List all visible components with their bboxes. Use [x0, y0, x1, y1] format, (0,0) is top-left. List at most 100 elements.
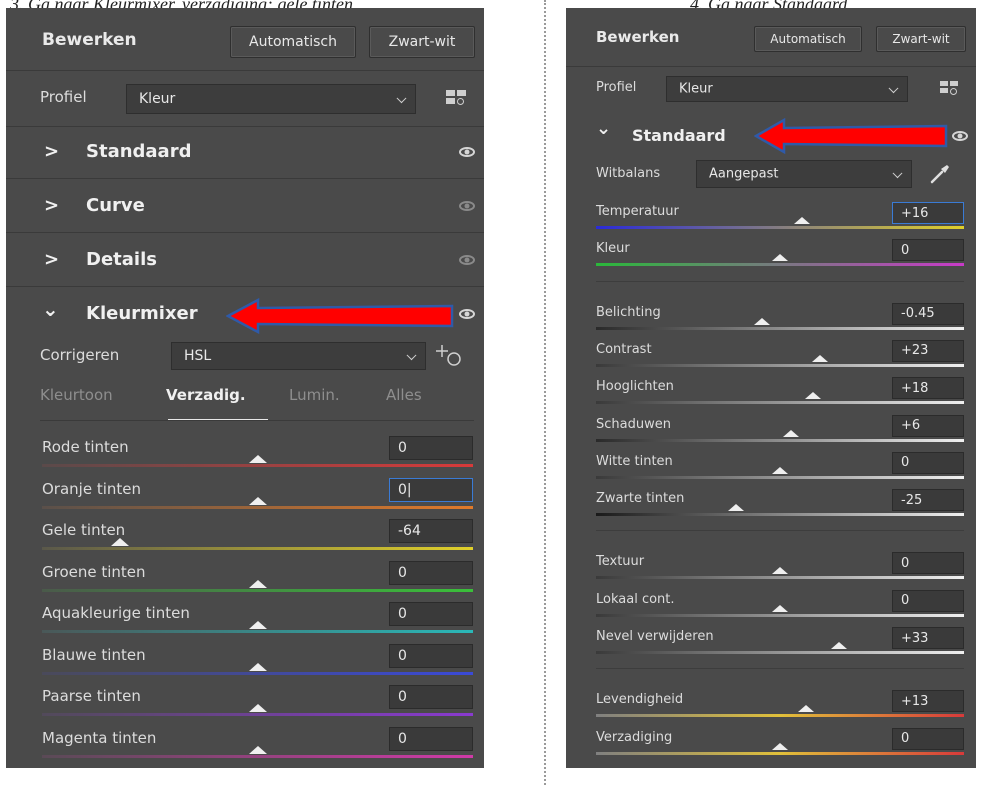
- slider-thumb[interactable]: [772, 466, 788, 474]
- slider-value-input[interactable]: +23: [892, 339, 964, 362]
- section-title: Details: [86, 249, 157, 270]
- slider-track[interactable]: [596, 263, 964, 267]
- slider-value-input[interactable]: 0: [389, 602, 473, 626]
- profile-browser-icon[interactable]: [446, 90, 468, 106]
- slider-track[interactable]: [596, 576, 964, 580]
- left-auto-button[interactable]: Automatisch: [230, 26, 356, 58]
- slider-value-input[interactable]: -0.45: [892, 302, 964, 325]
- slider-value-input[interactable]: 0: [389, 643, 473, 668]
- slider-value-input[interactable]: 0: [389, 685, 473, 709]
- tab-alles[interactable]: Alles: [386, 386, 422, 404]
- right-auto-button[interactable]: Automatisch: [754, 26, 862, 52]
- slider-value-input[interactable]: +33: [892, 627, 964, 649]
- right-bw-button[interactable]: Zwart-wit: [876, 26, 966, 52]
- slider-row: Belichting -0.45: [566, 297, 976, 334]
- slider-label: Gele tinten: [42, 521, 126, 539]
- slider-thumb[interactable]: [248, 745, 267, 754]
- slider-track[interactable]: [596, 363, 964, 367]
- slider-thumb[interactable]: [772, 254, 788, 262]
- slider-thumb[interactable]: [248, 662, 267, 671]
- slider-value-input[interactable]: +18: [892, 377, 964, 400]
- slider-track[interactable]: [596, 751, 964, 755]
- slider-thumb[interactable]: [727, 504, 744, 512]
- slider-thumb[interactable]: [248, 579, 267, 588]
- slider-value-input[interactable]: +13: [892, 690, 964, 713]
- slider-value-input[interactable]: 0: [389, 560, 473, 585]
- slider-value-input[interactable]: -64: [389, 519, 473, 543]
- slider-label: Schaduwen: [596, 416, 671, 432]
- slider-track[interactable]: [596, 401, 964, 405]
- slider-track[interactable]: [42, 630, 473, 633]
- tab-lumin[interactable]: Lumin.: [289, 386, 340, 404]
- slider-label: Belichting: [596, 304, 661, 320]
- slider-value-input[interactable]: 0: [389, 726, 473, 751]
- slider-track[interactable]: [596, 226, 964, 229]
- slider-track[interactable]: [42, 713, 473, 716]
- slider-thumb[interactable]: [248, 455, 267, 463]
- eye-icon[interactable]: [459, 201, 475, 211]
- slider-row: Schaduwen +6: [566, 409, 976, 446]
- slider-track[interactable]: [42, 754, 473, 758]
- section-standaard[interactable]: > Standaard: [6, 126, 484, 179]
- section-curve[interactable]: > Curve: [6, 178, 484, 233]
- eye-icon[interactable]: [459, 309, 475, 319]
- slider-thumb[interactable]: [248, 621, 267, 629]
- group-separator: [596, 530, 964, 532]
- slider-thumb[interactable]: [805, 392, 822, 400]
- panel-divider: [544, 0, 546, 785]
- slider-thumb[interactable]: [830, 642, 847, 649]
- slider-value-input[interactable]: +6: [892, 414, 964, 437]
- slider-track[interactable]: [596, 513, 964, 517]
- slider-thumb[interactable]: [248, 704, 267, 712]
- slider-thumb[interactable]: [797, 705, 814, 713]
- slider-track[interactable]: [596, 651, 964, 654]
- slider-track[interactable]: [596, 613, 964, 617]
- slider-track[interactable]: [596, 714, 964, 718]
- slider-thumb[interactable]: [110, 538, 129, 546]
- slider-track[interactable]: [42, 588, 473, 592]
- profile-browser-icon[interactable]: [940, 81, 962, 97]
- slider-thumb[interactable]: [772, 604, 788, 612]
- slider-track[interactable]: [42, 547, 473, 550]
- eye-icon[interactable]: [459, 255, 475, 265]
- slider-thumb[interactable]: [783, 429, 800, 437]
- left-profile-value: Kleur: [139, 91, 176, 107]
- slider-row: Lokaal cont. 0: [566, 584, 976, 621]
- tab-verzadig[interactable]: Verzadig.: [166, 386, 246, 404]
- slider-value-input[interactable]: 0: [892, 239, 964, 262]
- slider-thumb[interactable]: [248, 496, 267, 505]
- slider-track[interactable]: [596, 438, 964, 442]
- eye-icon[interactable]: [459, 147, 475, 157]
- slider-thumb[interactable]: [753, 317, 770, 325]
- slider-value-input[interactable]: 0: [892, 727, 964, 750]
- section-title: Standaard: [632, 126, 726, 145]
- slider-track[interactable]: [596, 326, 964, 330]
- slider-value-input[interactable]: 0|: [389, 477, 473, 502]
- eyedropper-icon[interactable]: [928, 162, 952, 186]
- tab-kleurtoon[interactable]: Kleurtoon: [40, 386, 113, 404]
- section-details[interactable]: > Details: [6, 232, 484, 287]
- slider-thumb[interactable]: [772, 742, 788, 750]
- eye-icon[interactable]: [952, 131, 968, 141]
- slider-track[interactable]: [42, 464, 473, 467]
- left-profile-select[interactable]: Kleur: [126, 84, 416, 114]
- slider-thumb[interactable]: [794, 217, 811, 224]
- slider-track[interactable]: [42, 671, 473, 675]
- slider-value-input[interactable]: 0: [892, 552, 964, 575]
- right-profile-select[interactable]: Kleur: [666, 76, 908, 102]
- slider-value-input[interactable]: 0: [389, 436, 473, 460]
- slider-value-input[interactable]: +16: [892, 202, 964, 224]
- slider-value-input[interactable]: 0: [892, 589, 964, 612]
- slider-value-input[interactable]: 0: [892, 451, 964, 474]
- witbalans-select[interactable]: Aangepast: [696, 160, 912, 188]
- corrigeren-select[interactable]: HSL: [171, 342, 426, 370]
- hsl-tabs: Kleurtoon Verzadig. Lumin. Alles: [6, 376, 484, 426]
- target-adjust-icon[interactable]: [434, 342, 466, 370]
- left-bw-button[interactable]: Zwart-wit: [369, 26, 475, 58]
- slider-thumb[interactable]: [772, 567, 788, 575]
- slider-track[interactable]: [42, 505, 473, 509]
- slider-row: Groene tinten 0: [6, 557, 484, 599]
- slider-value-input[interactable]: -25: [892, 489, 964, 512]
- slider-thumb[interactable]: [812, 354, 829, 362]
- slider-track[interactable]: [596, 475, 964, 479]
